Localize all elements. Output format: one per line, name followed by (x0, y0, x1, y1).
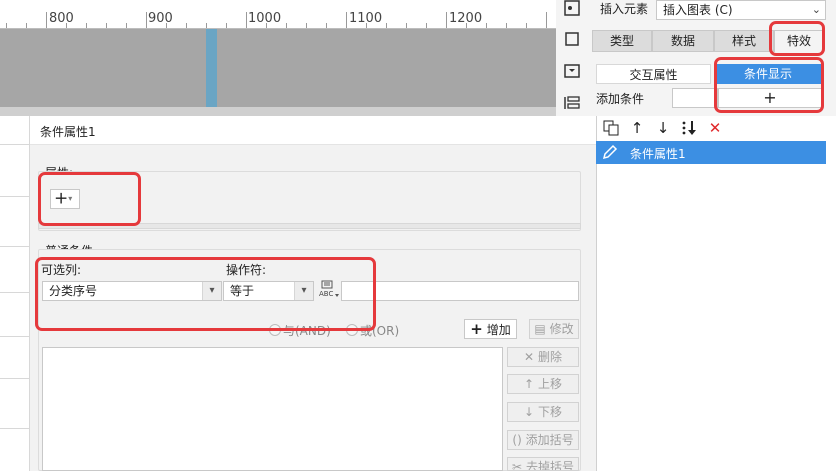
arrow-down-icon: ↓ (524, 405, 535, 419)
dialog-title-bar: 条件属性1 (30, 116, 596, 145)
chevron-down-icon: ▾ (294, 282, 313, 300)
ruler-label: 1000 (248, 11, 282, 26)
move-bottom-icon[interactable] (681, 120, 699, 136)
dropdown-widget-icon[interactable] (564, 63, 580, 79)
value-type-icon[interactable]: ABC (318, 279, 340, 299)
copy-icon[interactable] (603, 120, 619, 136)
arrow-up-icon[interactable]: ↑ (629, 120, 645, 136)
add-condition-button[interactable]: + (718, 88, 822, 108)
modify-button-label: 修改 (549, 322, 574, 336)
svg-text:ABC: ABC (319, 290, 333, 298)
add-condition-label: 添加条件 (596, 92, 645, 106)
canvas-bottom-strip (0, 107, 556, 116)
or-radio-label: 或(OR) (360, 324, 400, 338)
move-down-button-label: 下移 (537, 405, 562, 419)
edit-icon: ▤ (534, 322, 546, 336)
insert-element-label[interactable]: 插入元素 (594, 0, 654, 20)
operator-select[interactable]: 等于 ▾ (223, 281, 314, 301)
value-input[interactable] (341, 281, 579, 301)
operator-select-value: 等于 (230, 284, 255, 298)
modify-button[interactable]: ▤ 修改 (529, 319, 579, 339)
remove-bracket-button-label: 去掉括号 (525, 460, 574, 471)
insert-chart-select[interactable]: 插入图表 (C) ⌄ (656, 0, 826, 20)
add-bracket-button[interactable]: () 添加括号 (507, 430, 579, 450)
column-select[interactable]: 分类序号 ▾ (42, 281, 222, 301)
list-item-label: 条件属性1 (630, 147, 686, 161)
delete-button-label: 删除 (537, 350, 562, 364)
attribute-scrollbar[interactable] (38, 223, 581, 229)
subtab-condition-display[interactable]: 条件显示 (714, 64, 822, 84)
or-radio[interactable] (346, 324, 358, 336)
column-select-value: 分类序号 (49, 284, 98, 298)
subtab-interaction[interactable]: 交互属性 (596, 64, 711, 84)
optional-column-label: 可选列: (41, 263, 82, 277)
add-bracket-button-label: 添加括号 (525, 433, 574, 447)
dialog-title: 条件属性1 (40, 125, 96, 139)
plus-icon: + (470, 320, 483, 338)
add-attribute-symbol: + (54, 188, 69, 209)
side-toolbar (556, 0, 586, 116)
layout-icon[interactable] (564, 95, 580, 111)
condition-attribute-list-panel (596, 116, 836, 471)
remove-bracket-button[interactable]: ✂ 去掉括号 (507, 457, 579, 471)
and-radio-label: 与(AND) (283, 324, 331, 338)
list-item[interactable]: 条件属性1 (596, 141, 826, 164)
attribute-section (38, 171, 581, 231)
chevron-down-icon: ▾ (68, 194, 73, 203)
delete-icon[interactable]: ✕ (707, 120, 723, 136)
move-up-button-label: 上移 (537, 377, 562, 391)
condition-list[interactable] (42, 347, 503, 471)
and-radio[interactable] (269, 324, 281, 336)
pencil-icon (602, 144, 618, 160)
tab-style[interactable]: 样式 (714, 30, 774, 52)
column-marker (206, 29, 217, 107)
chevron-down-icon: ⌄ (811, 3, 821, 16)
arrow-up-icon: ↑ (524, 377, 535, 391)
add-button[interactable]: + 增加 (464, 319, 517, 339)
ruler: 800 900 1000 1100 1200 (0, 0, 556, 29)
chevron-down-icon: ▾ (202, 282, 221, 300)
tab-type[interactable]: 类型 (592, 30, 652, 52)
move-up-button[interactable]: ↑ 上移 (507, 374, 579, 394)
property-panel-header: 插入元素 插入图表 (C) ⌄ 类型 数据 样式 特效 交互属性 条件显示 添加… (586, 0, 836, 116)
add-attribute-button[interactable]: +▾ (50, 189, 80, 209)
move-down-button[interactable]: ↓ 下移 (507, 402, 579, 422)
tab-data[interactable]: 数据 (652, 30, 714, 52)
ruler-label: 900 (148, 11, 173, 26)
tab-effects[interactable]: 特效 (774, 30, 824, 52)
close-icon: ✕ (524, 350, 535, 364)
bracket-icon: () (512, 433, 522, 447)
insert-chart-value: 插入图表 (C) (663, 3, 733, 17)
condition-dialog: 属性: +▾ 普通条件 可选列: 操作符: 分类序号 ▾ 等于 ▾ ABC 与(… (30, 145, 596, 471)
delete-button[interactable]: ✕ 删除 (507, 347, 579, 367)
sheet-row-strip (0, 116, 30, 471)
cell-element-icon[interactable] (564, 0, 580, 16)
border-icon[interactable] (564, 31, 580, 47)
operator-label: 操作符: (226, 263, 267, 277)
arrow-down-icon[interactable]: ↓ (655, 120, 671, 136)
remove-bracket-icon: ✂ (512, 460, 523, 471)
add-button-label: 增加 (486, 323, 511, 337)
ruler-label: 800 (49, 11, 74, 26)
design-canvas[interactable] (0, 29, 556, 107)
condition-input[interactable] (672, 88, 718, 108)
